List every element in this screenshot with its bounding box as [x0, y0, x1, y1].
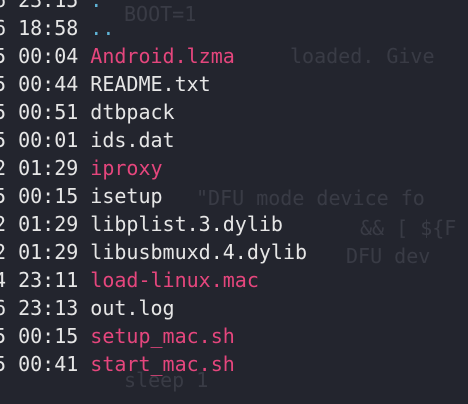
listing-row: 5 00:15 setup_mac.sh	[0, 322, 468, 350]
modified-time: 5 00:15	[0, 324, 79, 348]
modified-time: 2 01:29	[0, 240, 79, 264]
file-name: libplist.3.dylib	[90, 212, 283, 236]
modified-time: 6 23:15	[0, 0, 79, 12]
column-gap	[78, 322, 90, 350]
column-gap	[78, 42, 90, 70]
listing-row: 5 00:41 start_mac.sh	[0, 350, 468, 378]
listing-row: 5 00:44 README.txt	[0, 70, 468, 98]
listing-row: 5 00:51 dtbpack	[0, 98, 468, 126]
file-name: isetup	[90, 184, 163, 208]
file-name: setup_mac.sh	[90, 324, 235, 348]
listing-row: 2 01:29 libusbmuxd.4.dylib	[0, 238, 468, 266]
file-name: ids.dat	[90, 128, 175, 152]
file-name: README.txt	[90, 72, 211, 96]
column-gap	[78, 266, 90, 294]
column-gap	[78, 350, 90, 378]
column-gap	[78, 70, 90, 98]
modified-time: 2 01:29	[0, 156, 79, 180]
modified-time: 5 00:01	[0, 128, 79, 152]
file-name: iproxy	[90, 156, 163, 180]
file-name: ..	[90, 16, 115, 40]
listing-row: 5 00:04 Android.lzma	[0, 42, 468, 70]
modified-time: 2 01:29	[0, 212, 79, 236]
column-gap	[78, 210, 90, 238]
column-gap	[78, 0, 90, 14]
column-gap	[78, 182, 90, 210]
file-name: Android.lzma	[90, 44, 235, 68]
file-name: load-linux.mac	[90, 268, 259, 292]
listing-row: 4 23:11 load-linux.mac	[0, 266, 468, 294]
column-gap	[78, 126, 90, 154]
modified-time: 5 00:44	[0, 72, 79, 96]
file-name: out.log	[90, 296, 175, 320]
terminal-window[interactable]: BOOT=1 loaded. Give "DFU mode device fo && …	[0, 0, 468, 404]
modified-time: 4 23:11	[0, 268, 79, 292]
listing-row: 2 01:29 libplist.3.dylib	[0, 210, 468, 238]
listing-row: 6 23:13 out.log	[0, 294, 468, 322]
modified-time: 5 00:41	[0, 352, 79, 376]
modified-time: 5 00:51	[0, 100, 79, 124]
listing-row: 6 18:58..	[0, 14, 468, 42]
directory-listing: 6 23:15. 6 18:58.. 5 00:04 Android.lzma 5 00…	[0, 0, 468, 378]
listing-row: 5 00:01 ids.dat	[0, 126, 468, 154]
modified-time: 6 18:58	[0, 16, 79, 40]
listing-row: 2 01:29 iproxy	[0, 154, 468, 182]
file-name: dtbpack	[90, 100, 175, 124]
file-name: start_mac.sh	[90, 352, 235, 376]
column-gap	[78, 294, 90, 322]
column-gap	[78, 154, 90, 182]
modified-time: 5 00:15	[0, 184, 79, 208]
column-gap	[78, 98, 90, 126]
listing-row: 5 00:15 isetup	[0, 182, 468, 210]
modified-time: 5 00:04	[0, 44, 79, 68]
listing-row: 6 23:15.	[0, 0, 468, 14]
column-gap	[78, 238, 90, 266]
modified-time: 6 23:13	[0, 296, 79, 320]
column-gap	[78, 14, 90, 42]
file-name: .	[90, 0, 103, 12]
file-name: libusbmuxd.4.dylib	[90, 240, 308, 264]
